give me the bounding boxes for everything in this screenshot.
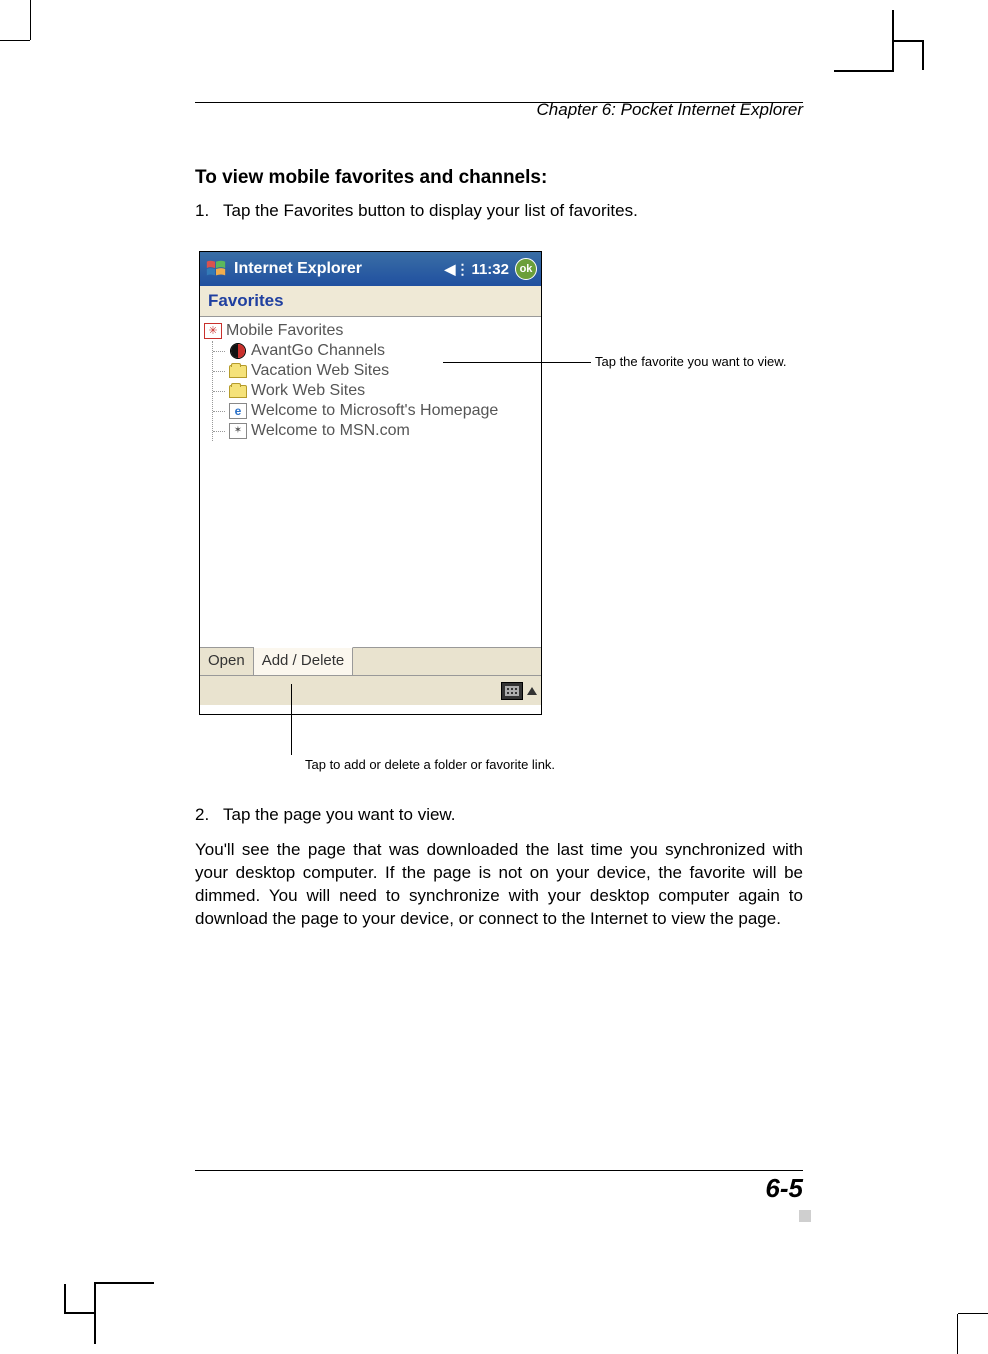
folder-icon (229, 385, 247, 398)
bottom-bar (200, 675, 541, 705)
crop-mark (0, 40, 30, 41)
tree-root[interactable]: ✳ Mobile Favorites (204, 321, 537, 341)
footer-square-mark (799, 1210, 811, 1222)
tree-item-label: Welcome to Microsoft's Homepage (251, 402, 498, 420)
msn-page-icon: ✶ (229, 423, 247, 439)
step-number: 1. (195, 201, 223, 221)
step-1: 1. Tap the Favorites button to display y… (195, 201, 803, 221)
tree-item-work[interactable]: Work Web Sites (213, 381, 537, 401)
page-content: Chapter 6: Pocket Internet Explorer To v… (195, 100, 803, 931)
tree-item-label: Vacation Web Sites (251, 362, 389, 380)
tree-item-label: AvantGo Channels (251, 342, 385, 360)
crop-mark (957, 1314, 958, 1354)
crop-mark (958, 1313, 988, 1314)
step-number: 2. (195, 805, 223, 825)
page-footer: 6-5 (195, 1170, 803, 1204)
tree-children: AvantGo Channels Vacation Web Sites Work… (212, 341, 537, 441)
crop-mark (94, 1284, 96, 1344)
callout-line (291, 684, 292, 755)
crop-mark (922, 40, 924, 70)
ie-page-icon: e (229, 403, 247, 419)
tree-item-label: Welcome to MSN.com (251, 422, 410, 440)
tree-item-vacation[interactable]: Vacation Web Sites (213, 361, 537, 381)
callout-bottom: Tap to add or delete a folder or favorit… (291, 755, 555, 772)
step-text: Tap the Favorites button to display your… (223, 201, 803, 221)
tree-item-ms-homepage[interactable]: e Welcome to Microsoft's Homepage (213, 401, 537, 421)
tree-root-label: Mobile Favorites (226, 322, 343, 340)
crop-mark (892, 10, 894, 70)
callout-line (443, 362, 591, 363)
folder-icon (229, 365, 247, 378)
callout-text: Tap the favorite you want to view. (595, 354, 805, 370)
page-number: 6-5 (195, 1173, 803, 1204)
crop-mark (834, 70, 894, 72)
speaker-icon[interactable]: ◀⋮ (445, 261, 470, 278)
crop-mark (30, 0, 31, 40)
step-text: Tap the page you want to view. (223, 805, 803, 825)
section-heading: To view mobile favorites and channels: (195, 167, 803, 189)
favorites-tree: ✳ Mobile Favorites AvantGo Channels Vaca… (200, 317, 541, 647)
windows-flag-icon[interactable] (204, 257, 228, 281)
crop-mark (94, 1282, 154, 1284)
chapter-header: Chapter 6: Pocket Internet Explorer (195, 100, 803, 120)
crop-mark (64, 1312, 94, 1314)
app-title: Internet Explorer (234, 260, 362, 278)
tree-item-msn[interactable]: ✶ Welcome to MSN.com (213, 421, 537, 441)
ok-button[interactable]: ok (515, 258, 537, 280)
clock[interactable]: 11:32 (471, 261, 509, 278)
tree-item-avantgo[interactable]: AvantGo Channels (213, 341, 537, 361)
callout-right: Tap the favorite you want to view. (545, 354, 805, 370)
figure: Internet Explorer ◀⋮ 11:32 ok Favorites … (199, 251, 803, 781)
body-paragraph: You'll see the page that was downloaded … (195, 839, 803, 931)
up-arrow-icon[interactable] (527, 687, 537, 695)
tree-item-label: Work Web Sites (251, 382, 365, 400)
tab-open[interactable]: Open (200, 648, 254, 675)
titlebar: Internet Explorer ◀⋮ 11:32 ok (200, 252, 541, 286)
favorites-header: Favorites (200, 286, 541, 317)
step-2: 2. Tap the page you want to view. (195, 805, 803, 825)
keyboard-icon[interactable] (501, 682, 523, 700)
crop-mark (64, 1284, 66, 1314)
footer-rule (195, 1170, 803, 1171)
avantgo-icon (229, 343, 247, 359)
crop-mark (894, 40, 924, 42)
tab-add-delete[interactable]: Add / Delete (254, 647, 354, 675)
pocket-ie-screenshot: Internet Explorer ◀⋮ 11:32 ok Favorites … (199, 251, 542, 715)
callout-text: Tap to add or delete a folder or favorit… (305, 757, 555, 772)
tab-bar: Open Add / Delete (200, 647, 541, 675)
star-folder-icon: ✳ (204, 323, 222, 339)
